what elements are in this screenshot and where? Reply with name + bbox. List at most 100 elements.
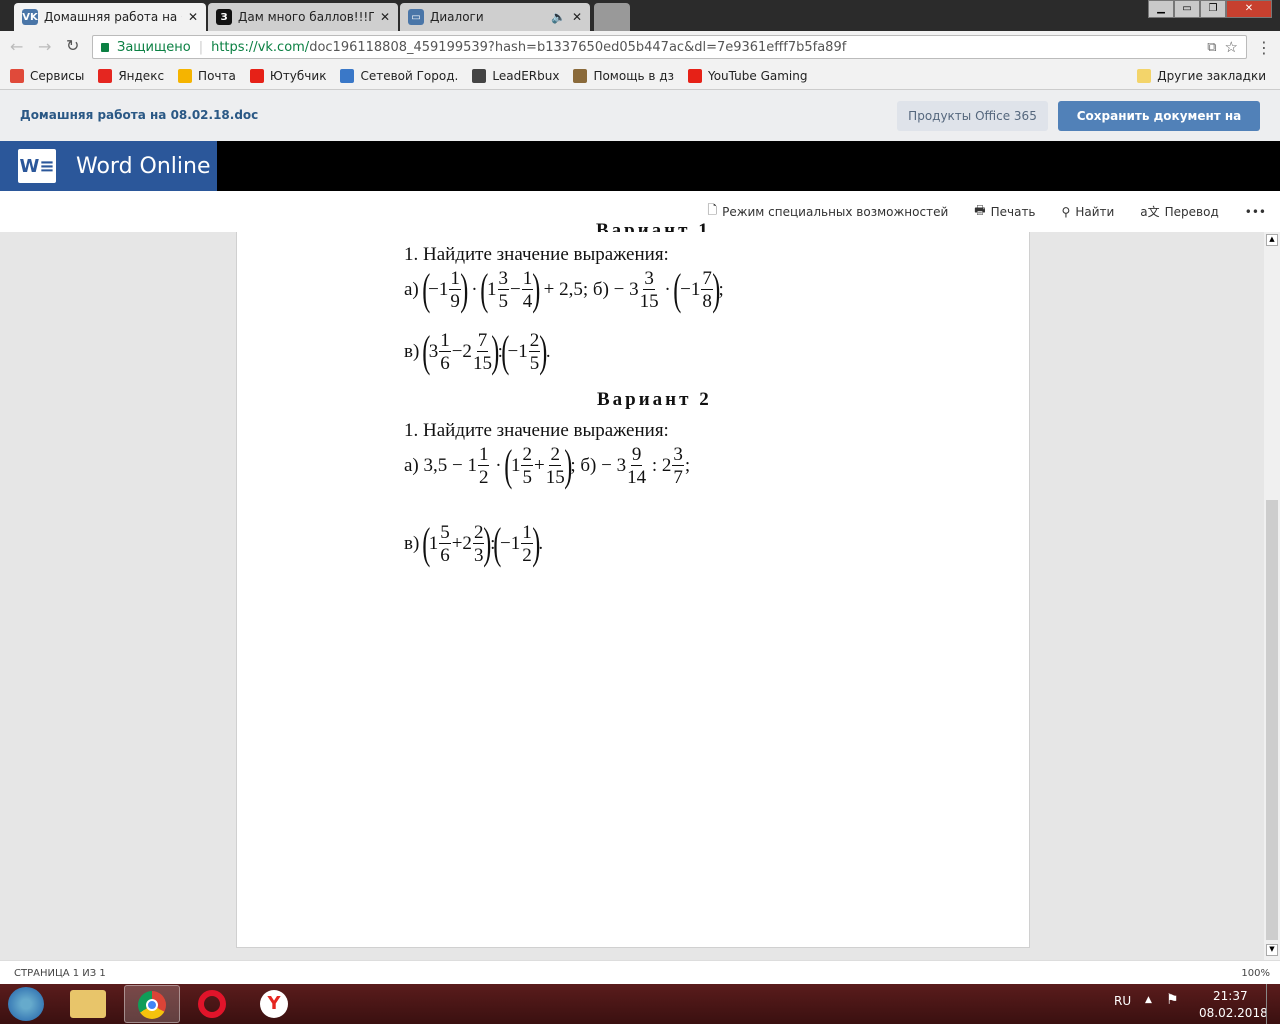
denominator: 15	[472, 353, 492, 374]
clock-date[interactable]: 08.02.2018	[1199, 1006, 1268, 1020]
bookmark-item[interactable]: Ютубчик	[249, 68, 326, 83]
more-button[interactable]: •••	[1245, 205, 1266, 219]
denominator: 5	[522, 467, 532, 488]
fraction: 12	[477, 445, 490, 487]
close-tab-icon[interactable]: ✕	[188, 10, 198, 24]
paren: (	[421, 265, 430, 314]
save-to-disk-button[interactable]: Сохранить документ на диск	[1058, 101, 1260, 153]
browser-tab-bar: VK Домашняя работа на 08.02.18 ✕ З Дам м…	[0, 0, 1280, 31]
numerator: 5	[439, 522, 451, 544]
numerator: 1	[449, 268, 461, 290]
expr-v1-ab: а) (−1 1 9) · (1 3 5−1 4) + 2,5; б) − 3 3 15 · …	[404, 268, 724, 312]
bookmark-item[interactable]: YouTube Gaming	[687, 68, 808, 83]
expr-text: +	[533, 455, 545, 476]
minimize-button[interactable]: ▁	[1148, 0, 1174, 18]
find-button[interactable]: ⚲ Найти	[1062, 205, 1115, 219]
close-tab-icon[interactable]: ✕	[572, 10, 582, 24]
bookmark-item[interactable]: LeadERbux	[472, 68, 559, 83]
expr-text: в)	[404, 341, 425, 362]
user-icon[interactable]: ▭	[1174, 0, 1200, 18]
expr-text: −1	[428, 279, 449, 300]
yandex-browser-icon[interactable]: Y	[260, 990, 288, 1018]
accessibility-mode-button[interactable]: 🗋 Режим специальных возможностей	[707, 201, 948, 222]
restore-button[interactable]: ❐	[1200, 0, 1226, 18]
bookmark-item[interactable]: Сетевой Город.	[340, 68, 458, 83]
word-icon: W≡	[18, 149, 56, 183]
star-icon[interactable]: ☆	[1225, 38, 1238, 56]
close-tab-icon[interactable]: ✕	[380, 10, 390, 24]
explorer-icon[interactable]	[70, 990, 106, 1018]
bookmark-item[interactable]: Почта	[178, 68, 236, 83]
bookmark-icon	[98, 68, 113, 83]
bookmark-icon	[472, 68, 487, 83]
close-window-button[interactable]: ✕	[1226, 0, 1272, 18]
action-center-flag-icon[interactable]: ⚑	[1166, 992, 1179, 1008]
bookmark-item[interactable]: Яндекс	[98, 68, 165, 83]
back-icon[interactable]: ←	[10, 37, 23, 56]
office-products-button[interactable]: Продукты Office 365	[897, 101, 1048, 131]
start-button[interactable]	[8, 987, 44, 1021]
doc-title: Домашняя работа на 08.02.18.doc	[20, 108, 259, 122]
denominator: 5	[498, 291, 509, 312]
task-1: 1. Найдите значение выражения:	[404, 244, 669, 265]
expr-text: + 2,5; б) − 3	[538, 279, 639, 300]
bookmark-label: Яндекс	[118, 68, 165, 83]
fraction: 2 15	[546, 445, 565, 487]
tab-znanija[interactable]: З Дам много баллов!!!Помогите ✕	[208, 3, 398, 31]
fraction: 3 15	[640, 269, 659, 311]
bookmark-item[interactable]: Помощь в дз	[573, 68, 674, 83]
clock-time[interactable]: 21:37	[1213, 989, 1248, 1003]
task-2: 1. Найдите значение выражения:	[404, 420, 669, 441]
expr-text: ; б) − 3	[570, 455, 627, 476]
bookmark-label: YouTube Gaming	[707, 68, 808, 83]
translate-icon: a文	[1140, 205, 1160, 219]
bookmark-icon	[10, 68, 24, 83]
chrome-icon	[138, 991, 166, 1019]
opera-icon[interactable]	[198, 990, 226, 1018]
new-tab-button[interactable]	[594, 3, 630, 31]
scroll-up-icon[interactable]: ▲	[1266, 234, 1278, 246]
show-desktop-button[interactable]	[1266, 984, 1280, 1024]
vk-doc-header: Домашняя работа на 08.02.18.doc Продукты…	[0, 90, 1280, 153]
bookmark-item[interactable]: Сервисы	[10, 68, 84, 83]
denominator: 9	[450, 291, 460, 312]
expr-text: −1	[500, 533, 521, 554]
translate-button[interactable]: a文 Перевод	[1140, 203, 1218, 220]
tab-dialogs[interactable]: ▭ Диалоги 🔈 ✕	[400, 3, 590, 31]
tool-label: Перевод	[1164, 204, 1219, 219]
forward-icon[interactable]: →	[38, 37, 51, 56]
tool-label: Режим специальных возможностей	[722, 204, 949, 219]
vertical-scrollbar[interactable]: ▲ ▼	[1264, 232, 1280, 960]
fraction: 19	[449, 269, 461, 311]
tool-label: Найти	[1075, 204, 1115, 219]
word-logo[interactable]: W≡ Word Online	[0, 141, 217, 191]
denominator: 15	[639, 291, 659, 312]
language-indicator[interactable]: RU	[1114, 994, 1131, 1008]
tab-vk-document[interactable]: VK Домашняя работа на 08.02.18 ✕	[14, 3, 206, 31]
expr-text: а)	[404, 279, 424, 300]
expr-text: : 2	[647, 455, 672, 476]
numerator: 3	[643, 268, 655, 290]
url-input[interactable]: Защищено | https://vk.com/doc196118808_4…	[92, 35, 1247, 59]
denominator: 6	[440, 353, 450, 374]
print-button[interactable]: 🖶 Печать	[974, 201, 1035, 222]
bookmark-icon	[249, 68, 264, 83]
expr-v2-ab: а) 3,5 − 112 · (1 2 5 +2 15); б) − 3 9 14 : 23…	[404, 444, 690, 488]
scroll-thumb[interactable]	[1266, 500, 1278, 940]
numerator: 2	[521, 444, 533, 466]
reload-icon[interactable]: ↻	[66, 36, 79, 55]
status-bar: СТРАНИЦА 1 ИЗ 1 100%	[0, 960, 1280, 984]
numerator: 3	[672, 444, 684, 466]
translate-icon[interactable]: ⧉	[1207, 40, 1216, 55]
scroll-down-icon[interactable]: ▼	[1266, 944, 1278, 956]
other-bookmarks[interactable]: Другие закладки	[1137, 68, 1266, 83]
bookmark-list: Сервисы Яндекс Почта Ютубчик Сетевой Город. L…	[0, 68, 808, 83]
paren: (	[480, 265, 489, 314]
paren: )	[460, 265, 469, 314]
chrome-taskbar-button[interactable]	[124, 985, 180, 1023]
menu-icon[interactable]: ⋮	[1256, 38, 1272, 57]
denominator: 2	[522, 545, 532, 566]
zoom-level[interactable]: 100%	[1241, 968, 1270, 979]
fraction: 25	[521, 445, 533, 487]
tray-expand-icon[interactable]: ▲	[1145, 995, 1152, 1005]
